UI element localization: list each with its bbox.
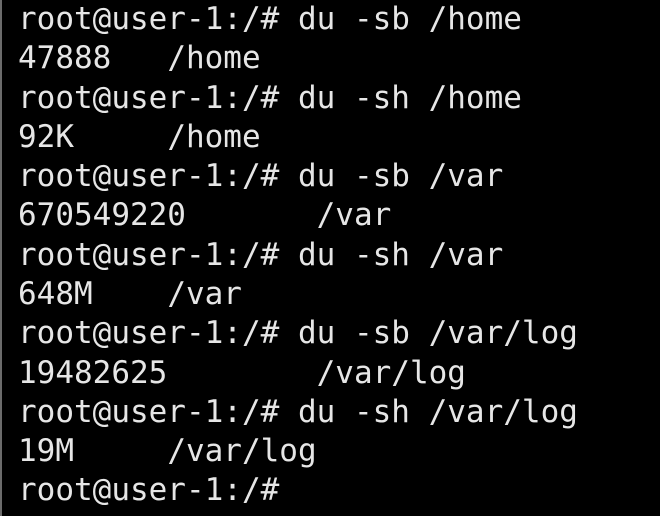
- terminal-line: 47888 /home: [18, 40, 261, 76]
- terminal-line: root@user-1:/# du -sh /var/log: [18, 394, 578, 430]
- terminal-prompt-line[interactable]: root@user-1:/#: [18, 472, 279, 508]
- terminal-line: 648M /var: [18, 276, 242, 312]
- terminal-line: 670549220 /var: [18, 197, 392, 233]
- terminal-line: root@user-1:/# du -sb /home: [18, 1, 522, 37]
- terminal-line: 19M /var/log: [18, 433, 317, 469]
- terminal-line: root@user-1:/# du -sh /home: [18, 80, 522, 116]
- terminal-line: root@user-1:/# du -sb /var: [18, 158, 504, 194]
- terminal-line: root@user-1:/# du -sh /var: [18, 237, 504, 273]
- terminal-window[interactable]: root@user-1:/# du -sb /home 47888 /home …: [0, 0, 660, 516]
- terminal-line: 92K /home: [18, 119, 261, 155]
- terminal-line: 19482625 /var/log: [18, 355, 466, 391]
- terminal-screen[interactable]: root@user-1:/# du -sb /home 47888 /home …: [18, 0, 658, 516]
- terminal-prompt: root@user-1:/#: [18, 472, 280, 508]
- terminal-line: root@user-1:/# du -sb /var/log: [18, 315, 578, 351]
